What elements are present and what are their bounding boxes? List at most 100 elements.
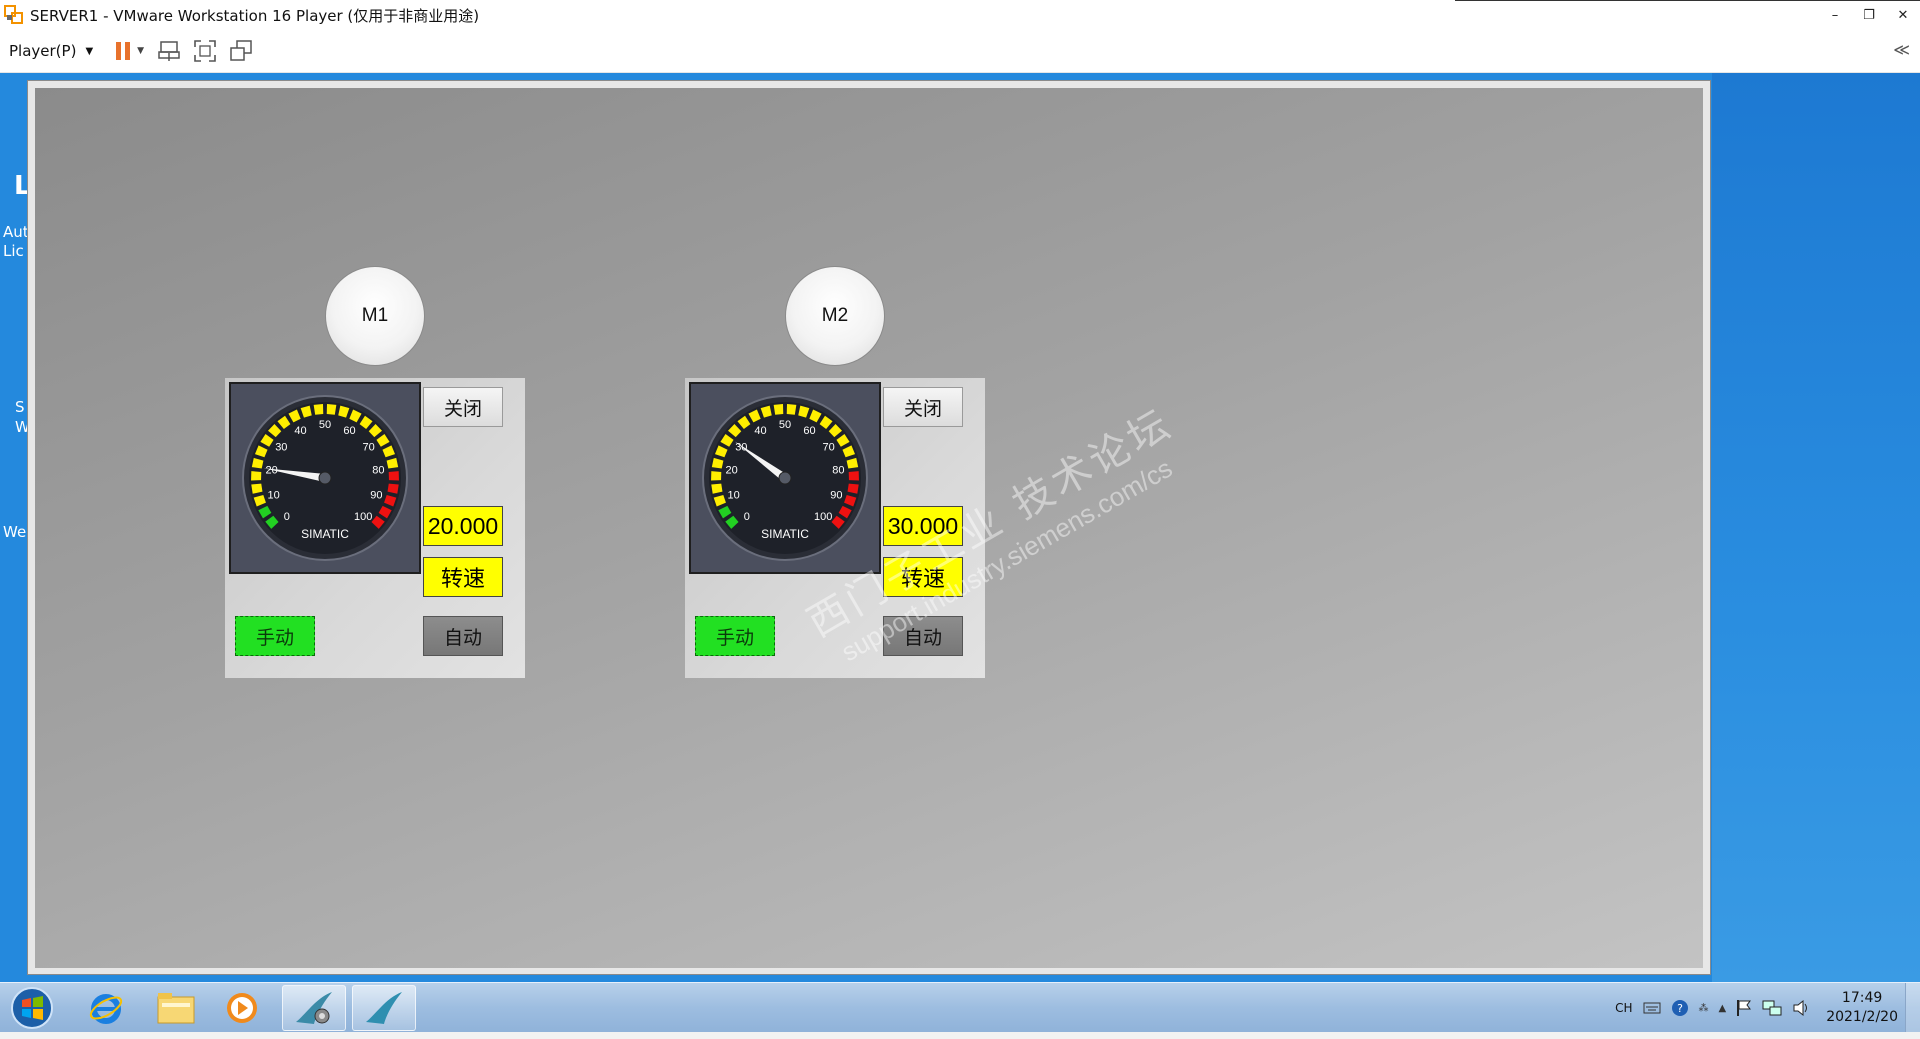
unity-icon (230, 40, 252, 61)
start-button[interactable] (0, 985, 64, 1031)
gauge-scale-segment (773, 404, 784, 415)
internet-explorer-icon (89, 994, 123, 1024)
help-icon[interactable]: ? (1671, 999, 1689, 1017)
auto-button-m2[interactable]: 自动 (883, 616, 963, 656)
desktop-icons-strip: L Aut Lic S W We (0, 73, 28, 982)
taskbar-wincc-runtime[interactable] (352, 985, 416, 1031)
gauge-tick-label: 30 (275, 441, 287, 453)
collapse-toolbar-button[interactable]: ≪ (1893, 40, 1910, 59)
gauge-tick-label: 0 (744, 511, 750, 523)
gauge-tick-label: 70 (363, 441, 375, 453)
desktop-fragment: L (14, 171, 28, 201)
language-indicator[interactable]: CH (1615, 1001, 1632, 1015)
gauge-tick-label: 60 (343, 425, 355, 437)
ime-options-icon[interactable]: ⁂ (1699, 1003, 1709, 1014)
speed-label-m1: 转速 (423, 557, 503, 597)
gauge-tick-label: 70 (823, 441, 835, 453)
motor-m2-indicator[interactable]: M2 (785, 266, 885, 366)
gauge-scale-segment (313, 404, 324, 415)
motor-m1-panel: 0 10 20 30 40 50 60 70 80 90 100 SIMATIC 关闭 20.000 … (225, 378, 525, 678)
restore-button[interactable]: ❐ (1852, 0, 1886, 30)
gauge-scale-segment (711, 471, 722, 481)
gauge-tick-label: 10 (268, 490, 280, 502)
gauge-tick-label: 60 (803, 425, 815, 437)
hmi-screen: M1 0 10 20 30 40 50 60 70 80 90 100 SIMATIC 关闭 20.0… (35, 88, 1703, 968)
windows-start-orb-icon (11, 987, 53, 1029)
gauge-dial: 010203040 50 60708090100SIMATIC (702, 395, 868, 561)
gauge-brand-label: SIMATIC (761, 527, 809, 541)
manual-button-m1[interactable]: 手动 (235, 616, 315, 656)
gauge-scale-segment (848, 471, 859, 481)
fullscreen-icon (194, 40, 216, 62)
motor-m2-panel: 0 10 20 30 40 50 60 70 80 90 100 SIMATIC 关闭 30.000 … (685, 378, 985, 678)
volume-icon[interactable] (1792, 999, 1810, 1017)
vmware-toolbar: Player(P) ▼ ▼ ≪ (0, 30, 1920, 73)
gauge-tick-label: 100 (354, 511, 372, 523)
pause-button[interactable] (115, 41, 131, 61)
host-bottom-strip (0, 1032, 1920, 1039)
chevron-down-icon: ▼ (85, 45, 94, 57)
taskbar-file-explorer[interactable] (144, 985, 208, 1031)
media-player-icon (227, 993, 257, 1023)
auto-button-m1[interactable]: 自动 (423, 616, 503, 656)
speed-gauge-m2: 0 10 20 30 40 50 60 70 80 90 100 SIMATIC (689, 382, 881, 574)
speed-gauge-m1: 0 10 20 30 40 50 60 70 80 90 100 SIMATIC (229, 382, 421, 574)
speed-value-m2[interactable]: 30.000 (883, 506, 963, 546)
taskbar: CH ? ⁂ ▲ 17:49 2021/2/20 (0, 982, 1920, 1033)
desktop-fragment: We (3, 523, 27, 541)
close-button-m1[interactable]: 关闭 (423, 387, 503, 427)
gauge-tick-label: 40 (754, 425, 766, 437)
taskbar-media-player[interactable] (210, 985, 274, 1031)
gauge-tick-label: 80 (372, 465, 384, 477)
wincc-runtime-icon (366, 992, 402, 1024)
fullscreen-button[interactable] (194, 40, 216, 62)
gauge-scale-segment (786, 404, 797, 415)
pause-icon (116, 42, 131, 60)
player-menu[interactable]: Player(P) ▼ (9, 42, 93, 60)
gauge-tick-label: 90 (830, 490, 842, 502)
gauge-scale-segment (326, 404, 337, 415)
tia-portal-icon (296, 992, 332, 1024)
clock-date: 2021/2/20 (1826, 1009, 1898, 1025)
gauge-tick-label: 20 (726, 465, 738, 477)
motor-m1-indicator[interactable]: M1 (325, 266, 425, 366)
window-title: SERVER1 - VMware Workstation 16 Player (… (30, 6, 480, 25)
clock-time: 17:49 (1841, 990, 1883, 1006)
gauge-tick-label: 50 (319, 419, 331, 431)
action-center-flag-icon[interactable] (1736, 999, 1752, 1017)
player-menu-label: Player(P) (9, 42, 77, 60)
gauge-tick-label: 40 (294, 425, 306, 437)
desktop-fragment: Lic (3, 242, 24, 260)
gauge-scale-segment (251, 471, 262, 481)
taskbar-internet-explorer[interactable] (74, 985, 138, 1031)
taskbar-tia-portal[interactable] (282, 985, 346, 1031)
system-tray: CH ? ⁂ ▲ 17:49 2021/2/20 (1615, 983, 1920, 1033)
minimize-button[interactable]: – (1818, 0, 1852, 30)
unity-button[interactable] (230, 40, 252, 62)
desktop-fragment: Aut (3, 223, 28, 241)
gauge-tick-label: 10 (728, 490, 740, 502)
desktop-fragment: S (15, 398, 25, 416)
show-desktop-button[interactable] (1905, 983, 1920, 1033)
speed-value-m1[interactable]: 20.000 (423, 506, 503, 546)
gauge-dial: 010203040 50 60708090100SIMATIC (242, 395, 408, 561)
pause-dropdown-icon[interactable]: ▼ (137, 46, 144, 56)
gauge-scale-segment (388, 471, 399, 481)
network-icon[interactable] (1762, 999, 1782, 1017)
close-button-m2[interactable]: 关闭 (883, 387, 963, 427)
close-button[interactable]: ✕ (1886, 0, 1920, 30)
manual-button-m2[interactable]: 手动 (695, 616, 775, 656)
vmware-logo-icon (4, 5, 23, 24)
keyboard-icon[interactable] (1643, 1002, 1661, 1014)
gauge-hub (778, 471, 792, 485)
send-ctrl-alt-del-button[interactable] (158, 40, 180, 62)
gauge-tick-label: 0 (284, 511, 290, 523)
file-explorer-icon (157, 993, 195, 1024)
gauge-tick-label: 80 (832, 465, 844, 477)
gauge-tick-label: 50 (779, 419, 791, 431)
clock[interactable]: 17:49 2021/2/20 (1826, 989, 1898, 1027)
gauge-tick-label: 100 (814, 511, 832, 523)
svg-text:?: ? (1677, 1002, 1683, 1015)
ctrl-alt-del-icon (158, 41, 180, 61)
show-hidden-icons-icon[interactable]: ▲ (1719, 1003, 1727, 1014)
